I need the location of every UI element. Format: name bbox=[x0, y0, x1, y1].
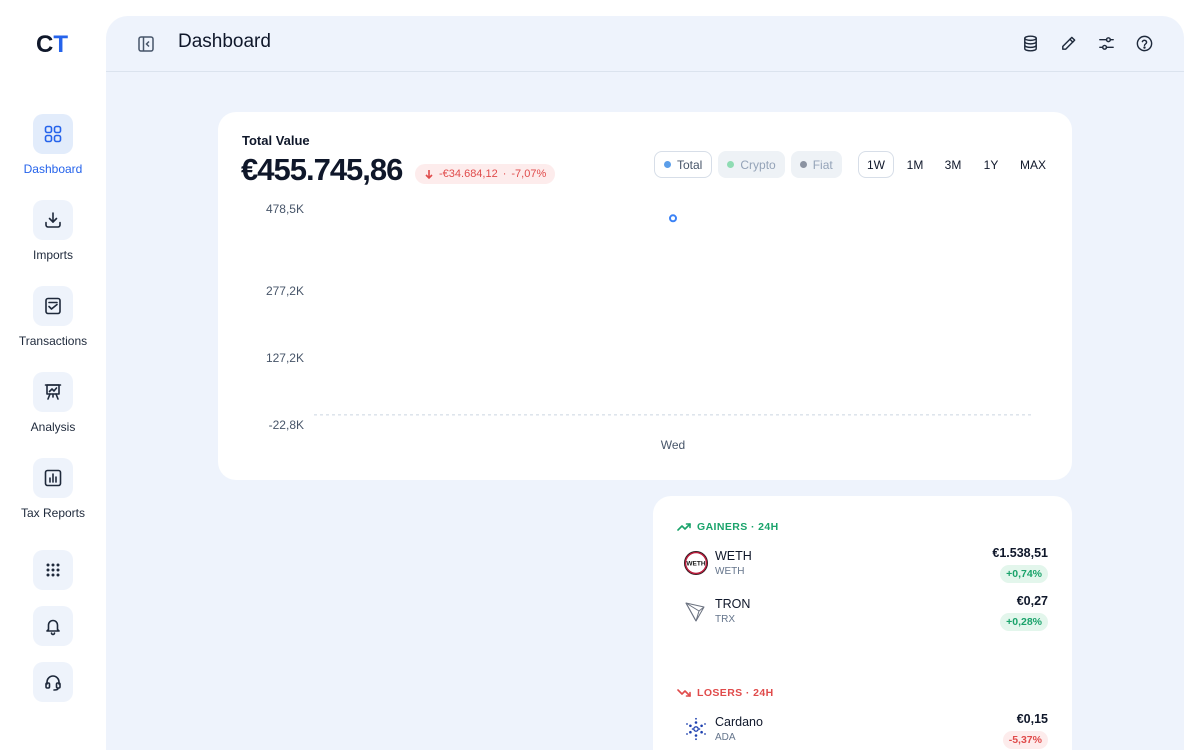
coin-name: TRON bbox=[715, 597, 751, 611]
gainer-row-tron[interactable]: TRON TRX €0,27 +0,28% bbox=[677, 594, 1048, 634]
data-point-total[interactable] bbox=[669, 214, 677, 223]
edit-button[interactable] bbox=[1058, 33, 1078, 53]
sidebar-item-label: Analysis bbox=[30, 420, 76, 434]
database-icon bbox=[1023, 34, 1037, 52]
sidebar-item-label: Dashboard bbox=[23, 162, 83, 176]
settings-button[interactable] bbox=[1096, 33, 1116, 53]
y-tick-label: -22,8K bbox=[269, 418, 304, 432]
coin-symbol: TRX bbox=[715, 614, 735, 625]
coin-price: €1.538,51 bbox=[992, 546, 1048, 560]
gainers-title: GAINERS · 24H bbox=[697, 521, 779, 533]
download-icon bbox=[33, 200, 73, 240]
pencil-icon bbox=[1061, 36, 1075, 50]
coin-change: -5,37% bbox=[1002, 731, 1048, 749]
coin-name: Cardano bbox=[715, 715, 763, 729]
y-tick-label: 127,2K bbox=[266, 351, 304, 365]
help-icon bbox=[1136, 35, 1152, 51]
weth-logo: WETH bbox=[683, 550, 709, 576]
header-actions bbox=[1020, 33, 1154, 53]
x-tick-label: Wed bbox=[661, 438, 685, 452]
apps-grid-icon bbox=[33, 550, 73, 590]
coin-symbol: WETH bbox=[715, 566, 745, 577]
grid-icon bbox=[33, 114, 73, 154]
sidebar-collapse-icon bbox=[138, 36, 154, 52]
sidebar-item-label: Imports bbox=[32, 248, 73, 262]
support-button[interactable] bbox=[0, 662, 106, 702]
gainer-row-weth[interactable]: WETH WETH WETH €1.538,51 +0,74% bbox=[677, 546, 1048, 586]
tron-logo bbox=[683, 598, 709, 624]
y-tick-label: 478,5K bbox=[266, 202, 304, 216]
y-tick-label: 277,2K bbox=[266, 284, 304, 298]
coin-symbol: ADA bbox=[715, 732, 736, 743]
headset-icon bbox=[33, 662, 73, 702]
bar-chart-icon bbox=[33, 458, 73, 498]
svg-text:WETH: WETH bbox=[686, 561, 705, 568]
sidebar-item-transactions[interactable]: Transactions bbox=[0, 286, 106, 348]
loser-row-cardano[interactable]: Cardano ADA €0,15 -5,37% bbox=[677, 712, 1048, 750]
coin-price: €0,15 bbox=[1016, 712, 1048, 726]
gainers-header: GAINERS · 24H bbox=[677, 520, 779, 534]
database-button[interactable] bbox=[1020, 33, 1040, 53]
total-value-card: Total Value €455.745,86 -€34.684,12 · -7… bbox=[218, 112, 1072, 480]
total-value-chart: 478,5K 277,2K 127,2K -22,8K Wed bbox=[266, 202, 1032, 452]
trending-up-icon bbox=[677, 523, 691, 531]
notifications-button[interactable] bbox=[0, 606, 106, 646]
coin-change: +0,28% bbox=[1000, 613, 1048, 631]
coin-price: €0,27 bbox=[1016, 594, 1048, 608]
coin-name: WETH bbox=[715, 549, 752, 563]
sidebar-item-analysis[interactable]: Analysis bbox=[0, 372, 106, 434]
losers-title: LOSERS · 24H bbox=[697, 687, 774, 699]
sliders-icon bbox=[1098, 36, 1114, 50]
movers-card: GAINERS · 24H WETH WETH WETH €1.538,51 +… bbox=[653, 496, 1072, 750]
collapse-sidebar-button[interactable] bbox=[136, 34, 156, 54]
trending-down-icon bbox=[677, 689, 691, 697]
transactions-icon bbox=[33, 286, 73, 326]
help-button[interactable] bbox=[1134, 33, 1154, 53]
page-title: Dashboard bbox=[178, 31, 271, 52]
losers-header: LOSERS · 24H bbox=[677, 686, 774, 700]
sidebar-item-dashboard[interactable]: Dashboard bbox=[0, 114, 106, 176]
bell-icon bbox=[33, 606, 73, 646]
sidebar-item-label: Tax Reports bbox=[20, 506, 86, 520]
presentation-chart-icon bbox=[33, 372, 73, 412]
sidebar-item-tax-reports[interactable]: Tax Reports bbox=[0, 458, 106, 520]
app-logo[interactable]: CT bbox=[36, 31, 68, 59]
cardano-logo bbox=[683, 716, 709, 742]
sidebar-item-imports[interactable]: Imports bbox=[0, 200, 106, 262]
apps-button[interactable] bbox=[0, 550, 106, 590]
coin-change: +0,74% bbox=[1000, 565, 1048, 583]
sidebar-item-label: Transactions bbox=[18, 334, 88, 348]
main-panel: Dashboard Total Value €455.745,86 -€34.6… bbox=[106, 16, 1184, 750]
top-bar: Dashboard bbox=[106, 16, 1184, 72]
sidebar: CT Dashboard Imports Transactions Analys… bbox=[0, 0, 106, 750]
